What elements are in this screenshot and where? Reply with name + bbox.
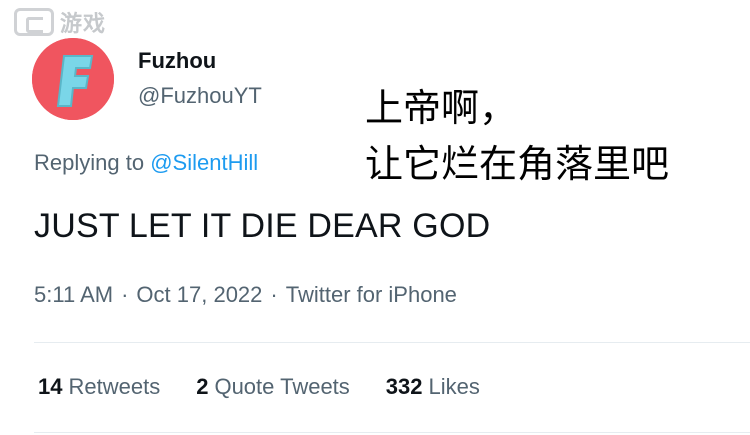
tweet-date[interactable]: Oct 17, 2022 (136, 282, 262, 308)
meta-separator: · (270, 282, 278, 307)
overlay-caption: 上帝啊， 让它烂在角落里吧 (365, 80, 669, 192)
meta-separator: · (121, 282, 129, 307)
author-handle[interactable]: @FuzhouYT (138, 83, 262, 109)
retweets-stat[interactable]: 14 Retweets (38, 374, 160, 400)
tweet-card: 游戏 Fuzhou @FuzhouYT 上帝啊， 让它烂在角落里吧 Replyi… (0, 0, 750, 435)
likes-stat[interactable]: 332 Likes (386, 374, 480, 400)
avatar-f-logo-icon (32, 38, 114, 120)
watermark: 游戏 (14, 6, 106, 38)
reply-target-link[interactable]: @SilentHill (150, 150, 258, 175)
tweet-text: JUST LET IT DIE DEAR GOD (34, 207, 491, 245)
tweet-time[interactable]: 5:11 AM (34, 282, 113, 308)
tweet-source-link[interactable]: Twitter for iPhone (286, 282, 457, 308)
caption-line-2: 让它烂在角落里吧 (365, 142, 670, 186)
tweet-stats: 14 Retweets 2 Quote Tweets 332 Likes (38, 374, 480, 400)
watermark-text: 游戏 (60, 11, 107, 36)
reply-context: Replying to @SilentHill (34, 150, 258, 176)
reply-prefix: Replying to (34, 150, 145, 175)
tweet-meta: 5:11 AM · Oct 17, 2022 · Twitter for iPh… (34, 282, 457, 308)
quote-tweets-label: Quote Tweets (214, 374, 350, 399)
retweets-label: Retweets (68, 374, 161, 399)
avatar[interactable] (32, 38, 114, 120)
divider-bottom (34, 432, 750, 433)
quote-tweets-stat[interactable]: 2 Quote Tweets (196, 374, 350, 400)
author-name[interactable]: Fuzhou (138, 48, 216, 74)
watermark-logo-icon (14, 8, 54, 36)
retweets-count: 14 (38, 374, 63, 399)
likes-count: 332 (385, 374, 423, 399)
divider-top (34, 342, 750, 343)
likes-label: Likes (428, 374, 480, 399)
quote-tweets-count: 2 (196, 374, 209, 399)
caption-line-1: 上帝啊， (365, 86, 518, 130)
